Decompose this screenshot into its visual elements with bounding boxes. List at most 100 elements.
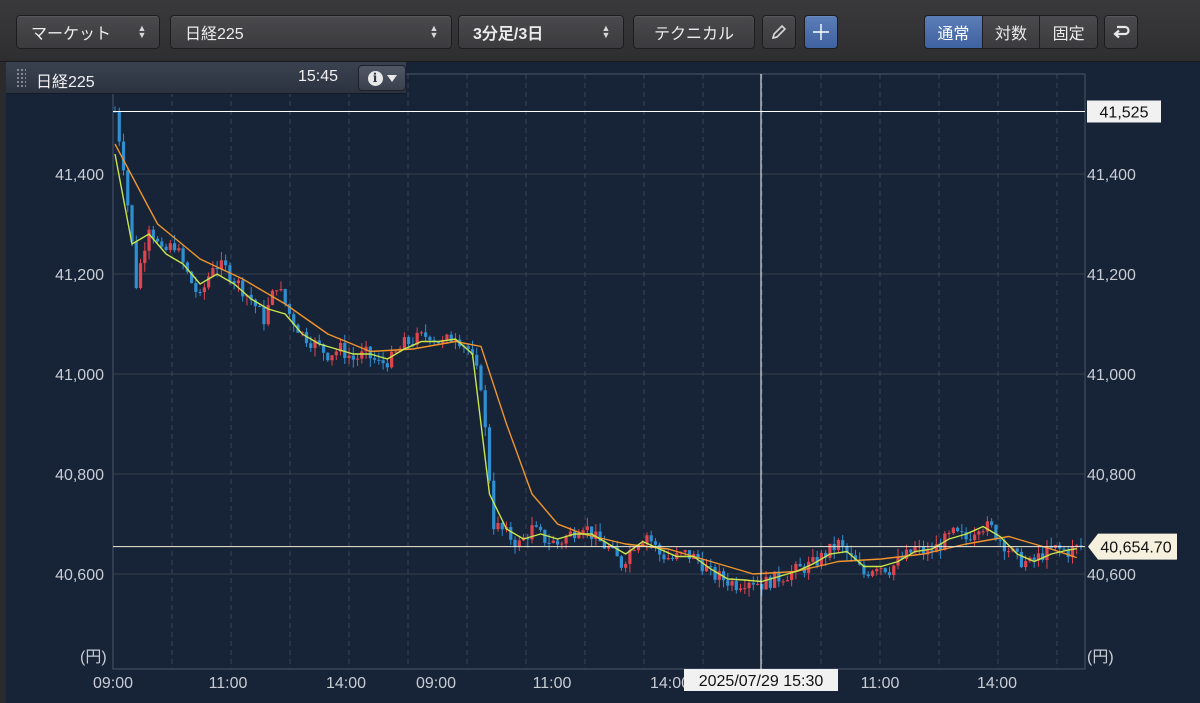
candle-body bbox=[947, 533, 951, 535]
candle-body bbox=[866, 574, 870, 576]
candle-body bbox=[517, 540, 521, 547]
candle-body bbox=[887, 572, 892, 576]
candle-body bbox=[121, 141, 126, 171]
candle-body bbox=[730, 580, 734, 586]
candle-body bbox=[743, 588, 747, 590]
candle-body bbox=[909, 549, 913, 553]
candle-body bbox=[747, 582, 751, 589]
candle-body bbox=[1032, 557, 1036, 561]
candle-body bbox=[1007, 551, 1011, 553]
candle-body bbox=[734, 580, 738, 591]
candle-body bbox=[330, 355, 334, 361]
candle-body bbox=[977, 531, 981, 535]
candle-body bbox=[998, 539, 1002, 541]
candle-body bbox=[883, 568, 887, 573]
x-tick-label: 11:00 bbox=[533, 675, 572, 692]
crosshair-date-tag: 2025/07/29 15:30 bbox=[684, 669, 838, 691]
candle-body bbox=[155, 238, 160, 242]
candle-body bbox=[372, 358, 377, 360]
candle-body bbox=[262, 306, 266, 325]
y-tick-label-right: 40,800 bbox=[1087, 467, 1136, 484]
candle-body bbox=[509, 527, 513, 540]
chart-header: 日経225 15:45 i bbox=[6, 62, 406, 94]
candle-body bbox=[683, 550, 687, 553]
unit-label-left: (円) bbox=[80, 649, 107, 666]
candle-body bbox=[551, 540, 555, 543]
candle-body bbox=[773, 571, 777, 588]
candle-body bbox=[534, 525, 538, 527]
y-tick-label-left: 40,600 bbox=[55, 567, 104, 584]
candle-body bbox=[419, 332, 423, 334]
candle-body bbox=[368, 346, 372, 359]
last-price-value: 40,654.70 bbox=[1100, 540, 1171, 557]
candle-body bbox=[645, 535, 649, 544]
y-tick-label-right: 40,600 bbox=[1087, 567, 1136, 584]
candle-body bbox=[951, 527, 955, 534]
candle-body bbox=[990, 521, 994, 526]
candle-body bbox=[994, 525, 998, 540]
crosshair-date-value: 2025/07/29 15:30 bbox=[699, 673, 824, 690]
info-menu-button[interactable]: i bbox=[358, 65, 406, 91]
y-axis: 41,400 41,400 41,200 41,200 41,000 41,000 40,8… bbox=[55, 167, 1136, 666]
unit-label-right: (円) bbox=[1087, 649, 1114, 666]
moving-average-long bbox=[114, 143, 1077, 575]
candle-body bbox=[143, 250, 147, 264]
candle-body bbox=[875, 568, 879, 572]
x-tick-label: 09:00 bbox=[93, 675, 133, 692]
candle-body bbox=[555, 540, 560, 545]
candle-body bbox=[275, 290, 279, 292]
candle-body bbox=[841, 540, 845, 546]
candle-body bbox=[751, 582, 755, 585]
candle-body bbox=[424, 332, 428, 337]
candle-body bbox=[1062, 548, 1066, 550]
candle-body bbox=[955, 527, 960, 532]
candle-body bbox=[828, 543, 832, 558]
candle-body bbox=[607, 547, 611, 549]
candle-body bbox=[496, 522, 500, 530]
candle-body bbox=[236, 280, 241, 284]
drag-grip-icon[interactable] bbox=[16, 68, 26, 88]
candle-body bbox=[428, 336, 432, 341]
candle-body bbox=[181, 248, 185, 263]
candle-body bbox=[543, 529, 547, 543]
candle-body bbox=[590, 526, 594, 539]
candle-body bbox=[1024, 561, 1028, 568]
candle-body bbox=[483, 390, 487, 428]
candle-body bbox=[624, 563, 628, 568]
candle-body bbox=[377, 359, 381, 361]
candle-body bbox=[347, 355, 351, 359]
candle-body bbox=[700, 559, 704, 572]
candle-body bbox=[1015, 548, 1019, 552]
candle-body bbox=[390, 351, 394, 368]
dropdown-triangle-icon bbox=[386, 74, 397, 82]
y-tick-label-left: 41,400 bbox=[55, 167, 104, 184]
candle-body bbox=[309, 343, 313, 349]
price-chart[interactable]: 41,400 41,400 41,200 41,200 41,000 41,000 40,8… bbox=[0, 0, 1200, 703]
x-tick-label: 11:00 bbox=[861, 675, 900, 692]
candle-body bbox=[981, 531, 985, 533]
candle-body bbox=[713, 567, 717, 580]
chart-grid bbox=[112, 74, 1085, 669]
candle-body bbox=[177, 248, 181, 251]
high-price-tag: 41,525 bbox=[1087, 100, 1161, 123]
candle-body bbox=[134, 241, 138, 288]
candle-body bbox=[1019, 551, 1024, 568]
candle-body bbox=[968, 539, 972, 541]
candle-body bbox=[487, 427, 492, 481]
y-tick-label-left: 41,200 bbox=[55, 267, 104, 284]
candle-body bbox=[117, 111, 121, 142]
candle-body bbox=[394, 351, 398, 353]
info-icon: i bbox=[367, 70, 383, 86]
y-tick-label-right: 41,400 bbox=[1087, 167, 1136, 184]
x-tick-label: 14:00 bbox=[326, 675, 366, 692]
candle-body bbox=[160, 241, 164, 247]
candle-body bbox=[717, 571, 721, 580]
candle-body bbox=[619, 556, 624, 568]
candle-body bbox=[807, 561, 811, 573]
candle-body bbox=[138, 263, 143, 288]
candle-body bbox=[709, 565, 713, 568]
candle-body bbox=[202, 287, 206, 293]
candle-body bbox=[836, 540, 841, 551]
candle-body bbox=[785, 580, 789, 582]
candle-body bbox=[407, 337, 411, 344]
